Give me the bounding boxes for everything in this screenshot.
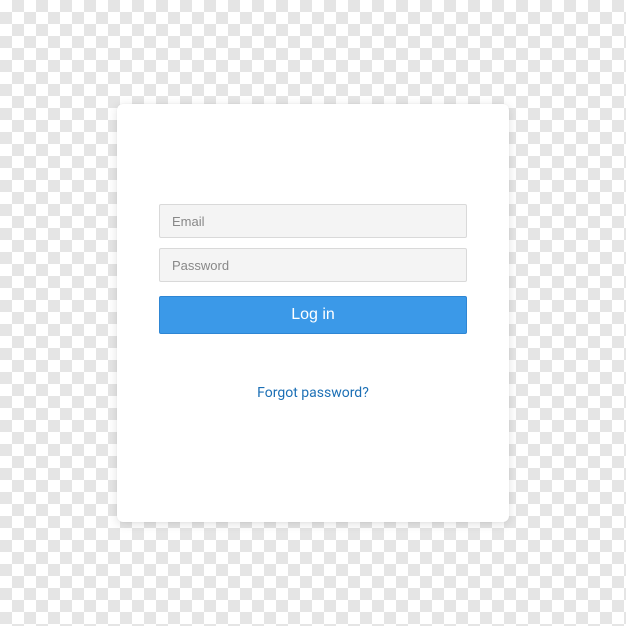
forgot-password-link[interactable]: Forgot password? xyxy=(257,385,369,401)
email-field[interactable] xyxy=(159,204,467,238)
login-button[interactable]: Log in xyxy=(159,296,467,334)
forgot-password-container: Forgot password? xyxy=(159,382,467,401)
password-field[interactable] xyxy=(159,248,467,282)
login-card: Log in Forgot password? xyxy=(117,104,509,522)
